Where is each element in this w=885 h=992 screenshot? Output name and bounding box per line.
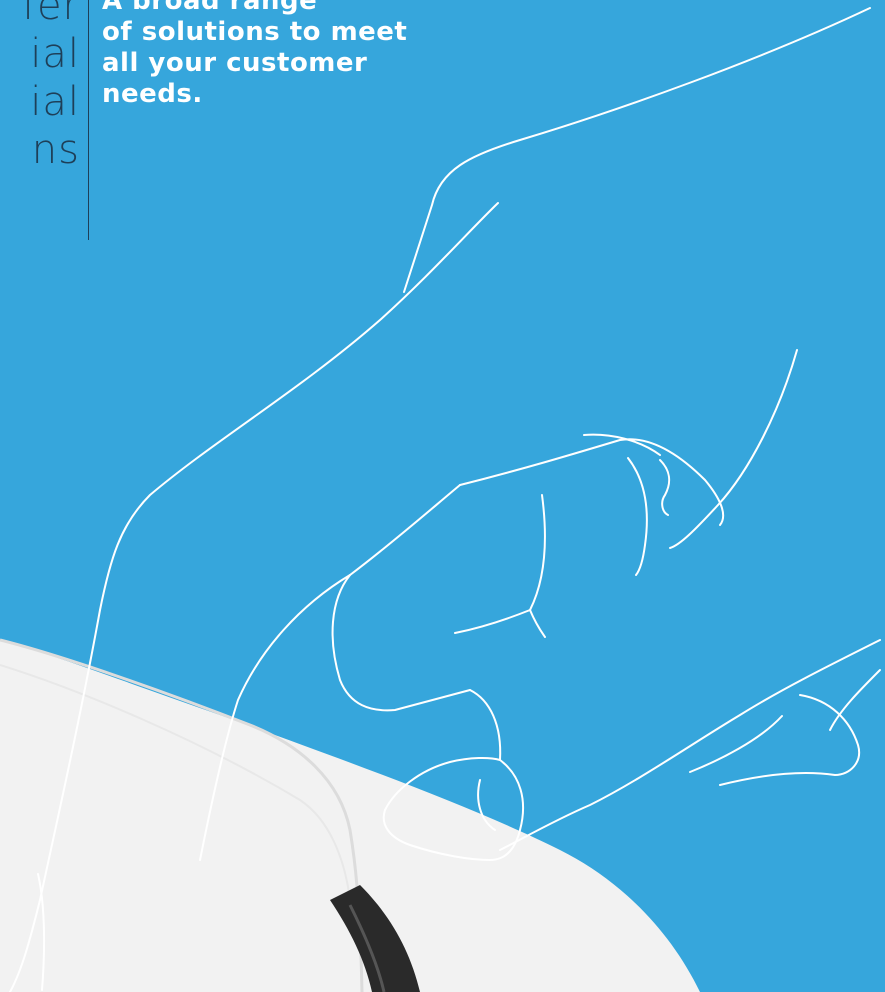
headline-right-line-2: of solutions to meet: [102, 17, 408, 47]
headline-left-line-3: ial: [30, 79, 80, 125]
headline-left-line-2: ial: [30, 31, 80, 77]
vertical-divider: [88, 0, 89, 240]
headline-left: fer ial ial ns: [22, 0, 80, 174]
headline-left-line-4: ns: [31, 127, 80, 173]
terminal-device-icon: [0, 638, 700, 992]
headline-right-line-4: needs.: [102, 79, 203, 109]
headline-left-line-1: fer: [21, 0, 80, 29]
headline-right-line-3: all your customer: [102, 48, 368, 78]
headline-right: A broad range of solutions to meet all y…: [102, 0, 502, 110]
hero-banner: fer ial ial ns A broad range of solution…: [0, 0, 885, 992]
headline-right-line-1: A broad range: [102, 0, 318, 16]
illustration: [0, 7, 881, 992]
